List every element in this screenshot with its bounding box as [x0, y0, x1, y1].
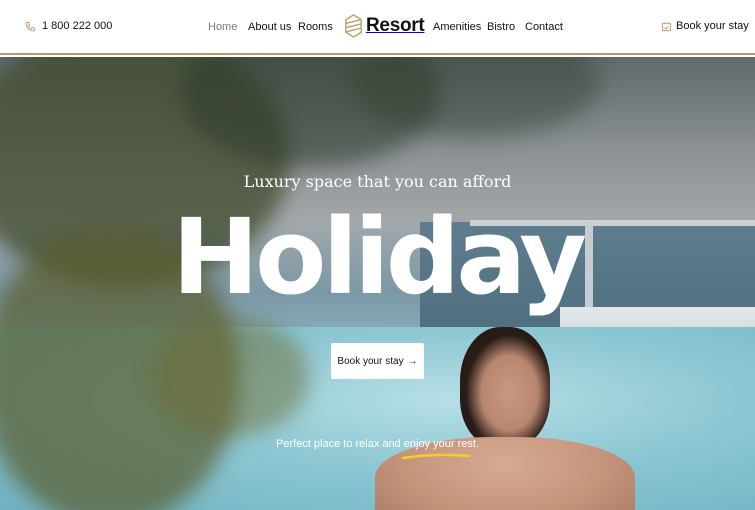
nav-amenities[interactable]: Amenities: [433, 21, 481, 33]
nav-rooms[interactable]: Rooms: [298, 21, 333, 33]
nav-bistro[interactable]: Bistro: [487, 21, 515, 33]
hero-section: Luxury space that you can afford Holiday…: [0, 57, 755, 510]
site-header: 1 800 222 000 Home About us Rooms Resort…: [0, 0, 755, 55]
arrow-right-icon: →: [407, 355, 418, 367]
nav-contact[interactable]: Contact: [525, 21, 563, 33]
nav-about-us[interactable]: About us: [248, 21, 291, 33]
nav-home[interactable]: Home: [208, 21, 237, 33]
phone-icon: [25, 21, 36, 32]
book-stay-hero-label: Book your stay: [337, 355, 404, 367]
palm-foliage-blur: [150, 317, 310, 437]
hero-tagline: Luxury space that you can afford: [243, 172, 512, 191]
logo-text: Resort: [366, 15, 425, 36]
book-stay-hero-button[interactable]: Book your stay →: [331, 343, 424, 379]
book-stay-header-link[interactable]: Book your stay: [661, 20, 749, 32]
hexagon-logo-icon: [345, 14, 362, 38]
book-stay-header-label: Book your stay: [676, 20, 749, 32]
phone-number: 1 800 222 000: [42, 20, 113, 32]
underline-swash-icon: [402, 453, 470, 460]
woman-photo-head: [460, 327, 550, 447]
calendar-check-icon: [661, 21, 672, 31]
site-logo[interactable]: Resort: [345, 14, 425, 38]
phone-link[interactable]: 1 800 222 000: [25, 20, 112, 32]
hero-subline: Perfect place to relax and enjoy your re…: [276, 438, 479, 450]
hero-headline: Holiday: [171, 196, 587, 318]
